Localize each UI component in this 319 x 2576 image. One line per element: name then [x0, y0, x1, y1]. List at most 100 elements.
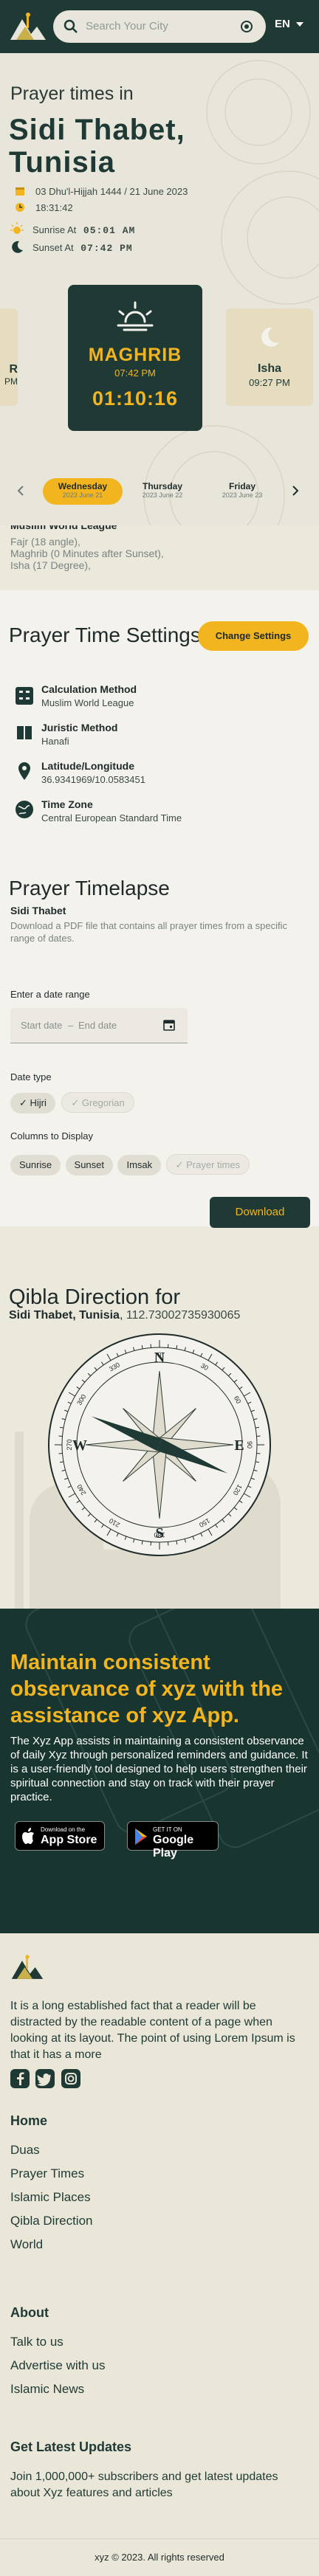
footer-logo-icon[interactable]: [10, 1954, 44, 1981]
footer-link-world[interactable]: World: [10, 2237, 93, 2261]
locate-me-icon[interactable]: [239, 19, 254, 34]
google-play-big-text: Google Play: [153, 1834, 218, 1860]
day-tab-date: 2023 June 22: [126, 491, 199, 499]
sunset-label: Sunset At: [32, 242, 74, 253]
day-tab-active[interactable]: Wednesday 2023 June 21: [43, 478, 123, 505]
app-store-badge[interactable]: Download on the App Store: [15, 1821, 105, 1851]
footer-about-links: Talk to us Advertise with us Islamic New…: [10, 2335, 106, 2406]
prayer-card-previous-time: PM: [0, 376, 18, 387]
current-prayer-name: MAGHRIB: [68, 345, 202, 366]
day-tab[interactable]: Friday 2023 June 23: [207, 481, 278, 499]
sunrise-time: 05:01 AM: [83, 225, 135, 236]
clock-icon: [15, 202, 25, 213]
hijri-date: 03 Dhu'l-Hijjah 1444: [35, 186, 122, 197]
settings-row-calculation: Calculation Method Muslim World League: [15, 683, 303, 708]
current-prayer-card[interactable]: MAGHRIB 07:42 PM 01:10:16: [68, 285, 202, 431]
google-play-badge[interactable]: GET IT ON Google Play: [127, 1821, 219, 1851]
chip-label: Gregorian: [82, 1097, 125, 1108]
globe-icon: [15, 800, 34, 819]
date-type-chip-hijri[interactable]: ✓ Hijri: [10, 1093, 55, 1113]
settings-title: Prayer Time Settings: [9, 624, 201, 647]
copyright-text: xyz © 2023. All rights reserved: [0, 2538, 319, 2575]
prayer-card-next[interactable]: Isha 09:27 PM: [226, 308, 313, 406]
chip-label: Hijri: [30, 1097, 47, 1108]
search-icon: [64, 19, 78, 34]
settings-label: Time Zone: [41, 798, 219, 810]
footer-link-qibla-direction[interactable]: Qibla Direction: [10, 2214, 93, 2237]
settings-row-timezone: Time Zone Central European Standard Time: [15, 798, 303, 823]
timelapse-description: Download a PDF file that contains all pr…: [10, 919, 291, 945]
footer-link-islamic-places[interactable]: Islamic Places: [10, 2190, 93, 2214]
facebook-icon[interactable]: [10, 2069, 30, 2088]
sunset-row: Sunset At 07:42 PM: [32, 242, 133, 254]
qibla-location-line: Sidi Thabet, Tunisia, 112.73002735930065: [9, 1309, 240, 1322]
date-type-label: Date type: [10, 1071, 52, 1082]
chip-label: Prayer times: [186, 1159, 240, 1170]
date-line: 03 Dhu'l-Hijjah 1444 / 21 June 2023: [35, 186, 188, 197]
date-separator: /: [124, 186, 127, 197]
settings-value: 36.9341969/10.0583451: [41, 774, 303, 785]
footer-about-heading: About: [10, 2305, 49, 2321]
qibla-location: Sidi Thabet, Tunisia: [9, 1309, 120, 1322]
date-type-chips: ✓ Hijri ✓ Gregorian: [10, 1092, 134, 1113]
footer-home-heading: Home: [10, 2113, 47, 2129]
settings-value: Central European Standard Time: [41, 812, 219, 823]
prayer-card-next-time: 09:27 PM: [226, 377, 313, 388]
download-button[interactable]: Download: [210, 1197, 310, 1228]
day-tab[interactable]: Thursday 2023 June 22: [126, 481, 199, 499]
column-chip-prayer-times[interactable]: ✓ Prayer times: [166, 1154, 250, 1175]
twitter-icon[interactable]: [35, 2069, 55, 2088]
instagram-icon[interactable]: [61, 2069, 80, 2088]
settings-row-coordinates: Latitude/Longitude 36.9341969/10.0583451: [15, 760, 303, 785]
footer-link-prayer-times[interactable]: Prayer Times: [10, 2166, 93, 2190]
moon-icon: [10, 241, 24, 254]
footer-link-duas[interactable]: Duas: [10, 2143, 93, 2166]
footer-link-advertise[interactable]: Advertise with us: [10, 2358, 106, 2382]
footer-updates-text: Join 1,000,000+ subscribers and get late…: [10, 2469, 306, 2501]
footer-link-talk-to-us[interactable]: Talk to us: [10, 2335, 106, 2358]
date-range-dash: –: [68, 1020, 73, 1031]
chevron-down-icon: [296, 21, 303, 27]
current-prayer-time: 07:42 PM: [68, 367, 202, 379]
settings-label: Latitude/Longitude: [41, 760, 303, 772]
change-settings-button[interactable]: Change Settings: [198, 621, 309, 651]
page-title-country: Tunisia: [9, 146, 115, 179]
column-chip-sunset[interactable]: Sunset: [66, 1155, 113, 1175]
qibla-compass: 0306090120150180210240270300330 N E S W: [44, 1330, 275, 1560]
date-type-chip-gregorian[interactable]: ✓ Gregorian: [61, 1092, 134, 1113]
settings-value: Hanafi: [41, 736, 303, 747]
column-chip-imsak[interactable]: Imsak: [117, 1155, 161, 1175]
compass-east-label: E: [234, 1437, 244, 1454]
footer-link-islamic-news[interactable]: Islamic News: [10, 2382, 106, 2406]
day-tab-date: 2023 June 21: [43, 491, 123, 499]
column-chip-sunrise[interactable]: Sunrise: [10, 1155, 61, 1175]
current-prayer-countdown: 01:10:16: [68, 387, 202, 410]
calculation-method-line: Muslim World League: [10, 525, 232, 531]
columns-label: Columns to Display: [10, 1130, 93, 1142]
moon-icon: [258, 325, 281, 348]
city-search-input[interactable]: Search Your City: [53, 10, 266, 43]
compass-north-label: N: [154, 1350, 165, 1366]
calculator-icon: [15, 686, 34, 705]
chevron-right-icon[interactable]: [291, 486, 300, 496]
current-time: 18:31:42: [35, 202, 73, 213]
sunset-horizon-icon: [115, 301, 155, 332]
chevron-left-icon[interactable]: [16, 486, 25, 496]
compass-south-label: S: [155, 1525, 163, 1541]
language-selector[interactable]: EN: [275, 18, 303, 30]
social-links: [10, 2069, 80, 2092]
promo-title: Maintain consistent observance of xyz wi…: [10, 1649, 309, 1729]
mosque-logo-icon[interactable]: [9, 12, 47, 41]
footer-about-text: It is a long established fact that a rea…: [10, 1998, 298, 2063]
settings-label: Calculation Method: [41, 683, 303, 695]
sunrise-label: Sunrise At: [32, 224, 76, 235]
calendar-icon[interactable]: [162, 1018, 176, 1032]
day-tab-label: Friday: [207, 481, 278, 491]
location-pin-icon: [15, 762, 34, 781]
prayer-card-previous[interactable]: R PM: [0, 308, 18, 406]
footer-home-links: Duas Prayer Times Islamic Places Qibla D…: [10, 2143, 93, 2261]
app-store-big-text: App Store: [41, 1834, 97, 1847]
date-range-input[interactable]: Start date – End date: [10, 1008, 188, 1043]
sunrise-row: Sunrise At 05:01 AM: [32, 224, 135, 236]
isha-rule-line: Isha (17 Degree),: [10, 559, 232, 571]
